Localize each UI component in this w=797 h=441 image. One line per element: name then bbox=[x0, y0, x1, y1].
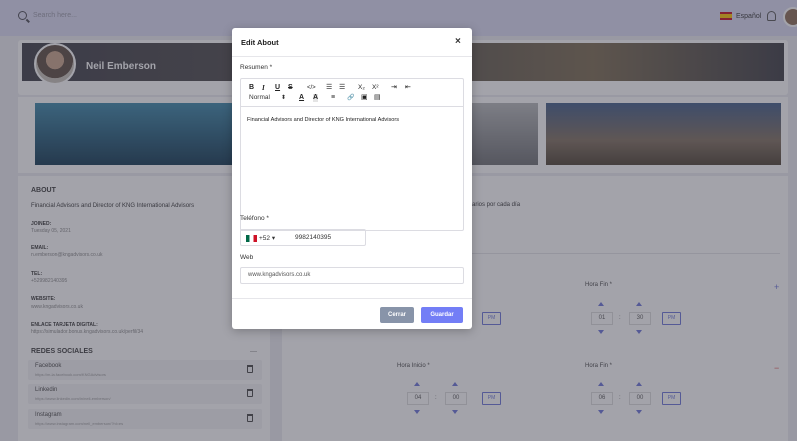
bold-icon[interactable]: B bbox=[249, 84, 254, 92]
video-icon[interactable]: ▤ bbox=[374, 94, 381, 102]
phone-field[interactable]: +52 ▾ 9982140395 bbox=[240, 229, 366, 246]
subscript-icon[interactable]: X₂ bbox=[358, 84, 365, 92]
text-style-select[interactable]: Normal bbox=[249, 94, 270, 101]
bullet-list-icon[interactable]: ☰ bbox=[339, 84, 345, 92]
resumen-label: Resumen * bbox=[240, 64, 273, 71]
web-field[interactable]: www.kngadvisors.co.uk bbox=[240, 267, 464, 284]
link-icon[interactable]: 🔗 bbox=[347, 94, 354, 102]
cerrar-button[interactable]: Cerrar bbox=[380, 307, 414, 323]
underline-icon[interactable]: U bbox=[275, 84, 280, 92]
dial-code-select[interactable]: +52 ▾ bbox=[259, 234, 275, 242]
font-color-icon[interactable]: A bbox=[299, 94, 304, 102]
telefono-label: Teléfono * bbox=[240, 215, 269, 222]
edit-about-modal: Edit About × Resumen * B I U S </> ☰ ☰ X… bbox=[232, 28, 472, 329]
italic-icon[interactable]: I bbox=[262, 84, 265, 92]
web-input[interactable]: www.kngadvisors.co.uk bbox=[248, 272, 310, 278]
ordered-list-icon[interactable]: ☰ bbox=[326, 84, 332, 92]
superscript-icon[interactable]: X² bbox=[372, 84, 379, 92]
code-icon[interactable]: </> bbox=[307, 84, 316, 92]
strikethrough-icon[interactable]: S bbox=[288, 84, 293, 92]
image-icon[interactable]: ▣ bbox=[361, 94, 368, 102]
outdent-icon[interactable]: ⇤ bbox=[405, 84, 411, 92]
editor-toolbar: B I U S </> ☰ ☰ X₂ X² ⇥ ⇤ Normal ⬍ A A ≡… bbox=[241, 79, 463, 107]
select-caret-icon: ⬍ bbox=[281, 95, 287, 101]
phone-input[interactable]: 9982140395 bbox=[295, 234, 331, 241]
web-label: Web bbox=[240, 254, 254, 261]
guardar-button[interactable]: Guardar bbox=[421, 307, 463, 323]
align-icon[interactable]: ≡ bbox=[331, 94, 335, 102]
modal-header-divider bbox=[232, 56, 472, 57]
highlight-color-icon[interactable]: A bbox=[313, 94, 319, 102]
modal-footer-divider bbox=[232, 298, 472, 299]
resumen-editor[interactable]: B I U S </> ☰ ☰ X₂ X² ⇥ ⇤ Normal ⬍ A A ≡… bbox=[240, 78, 464, 231]
indent-icon[interactable]: ⇥ bbox=[391, 84, 397, 92]
close-icon[interactable]: × bbox=[455, 36, 461, 47]
mexico-flag-icon bbox=[246, 235, 257, 242]
modal-title: Edit About bbox=[241, 38, 279, 47]
resumen-text[interactable]: Financial Advisors and Director of KNG I… bbox=[247, 117, 399, 123]
